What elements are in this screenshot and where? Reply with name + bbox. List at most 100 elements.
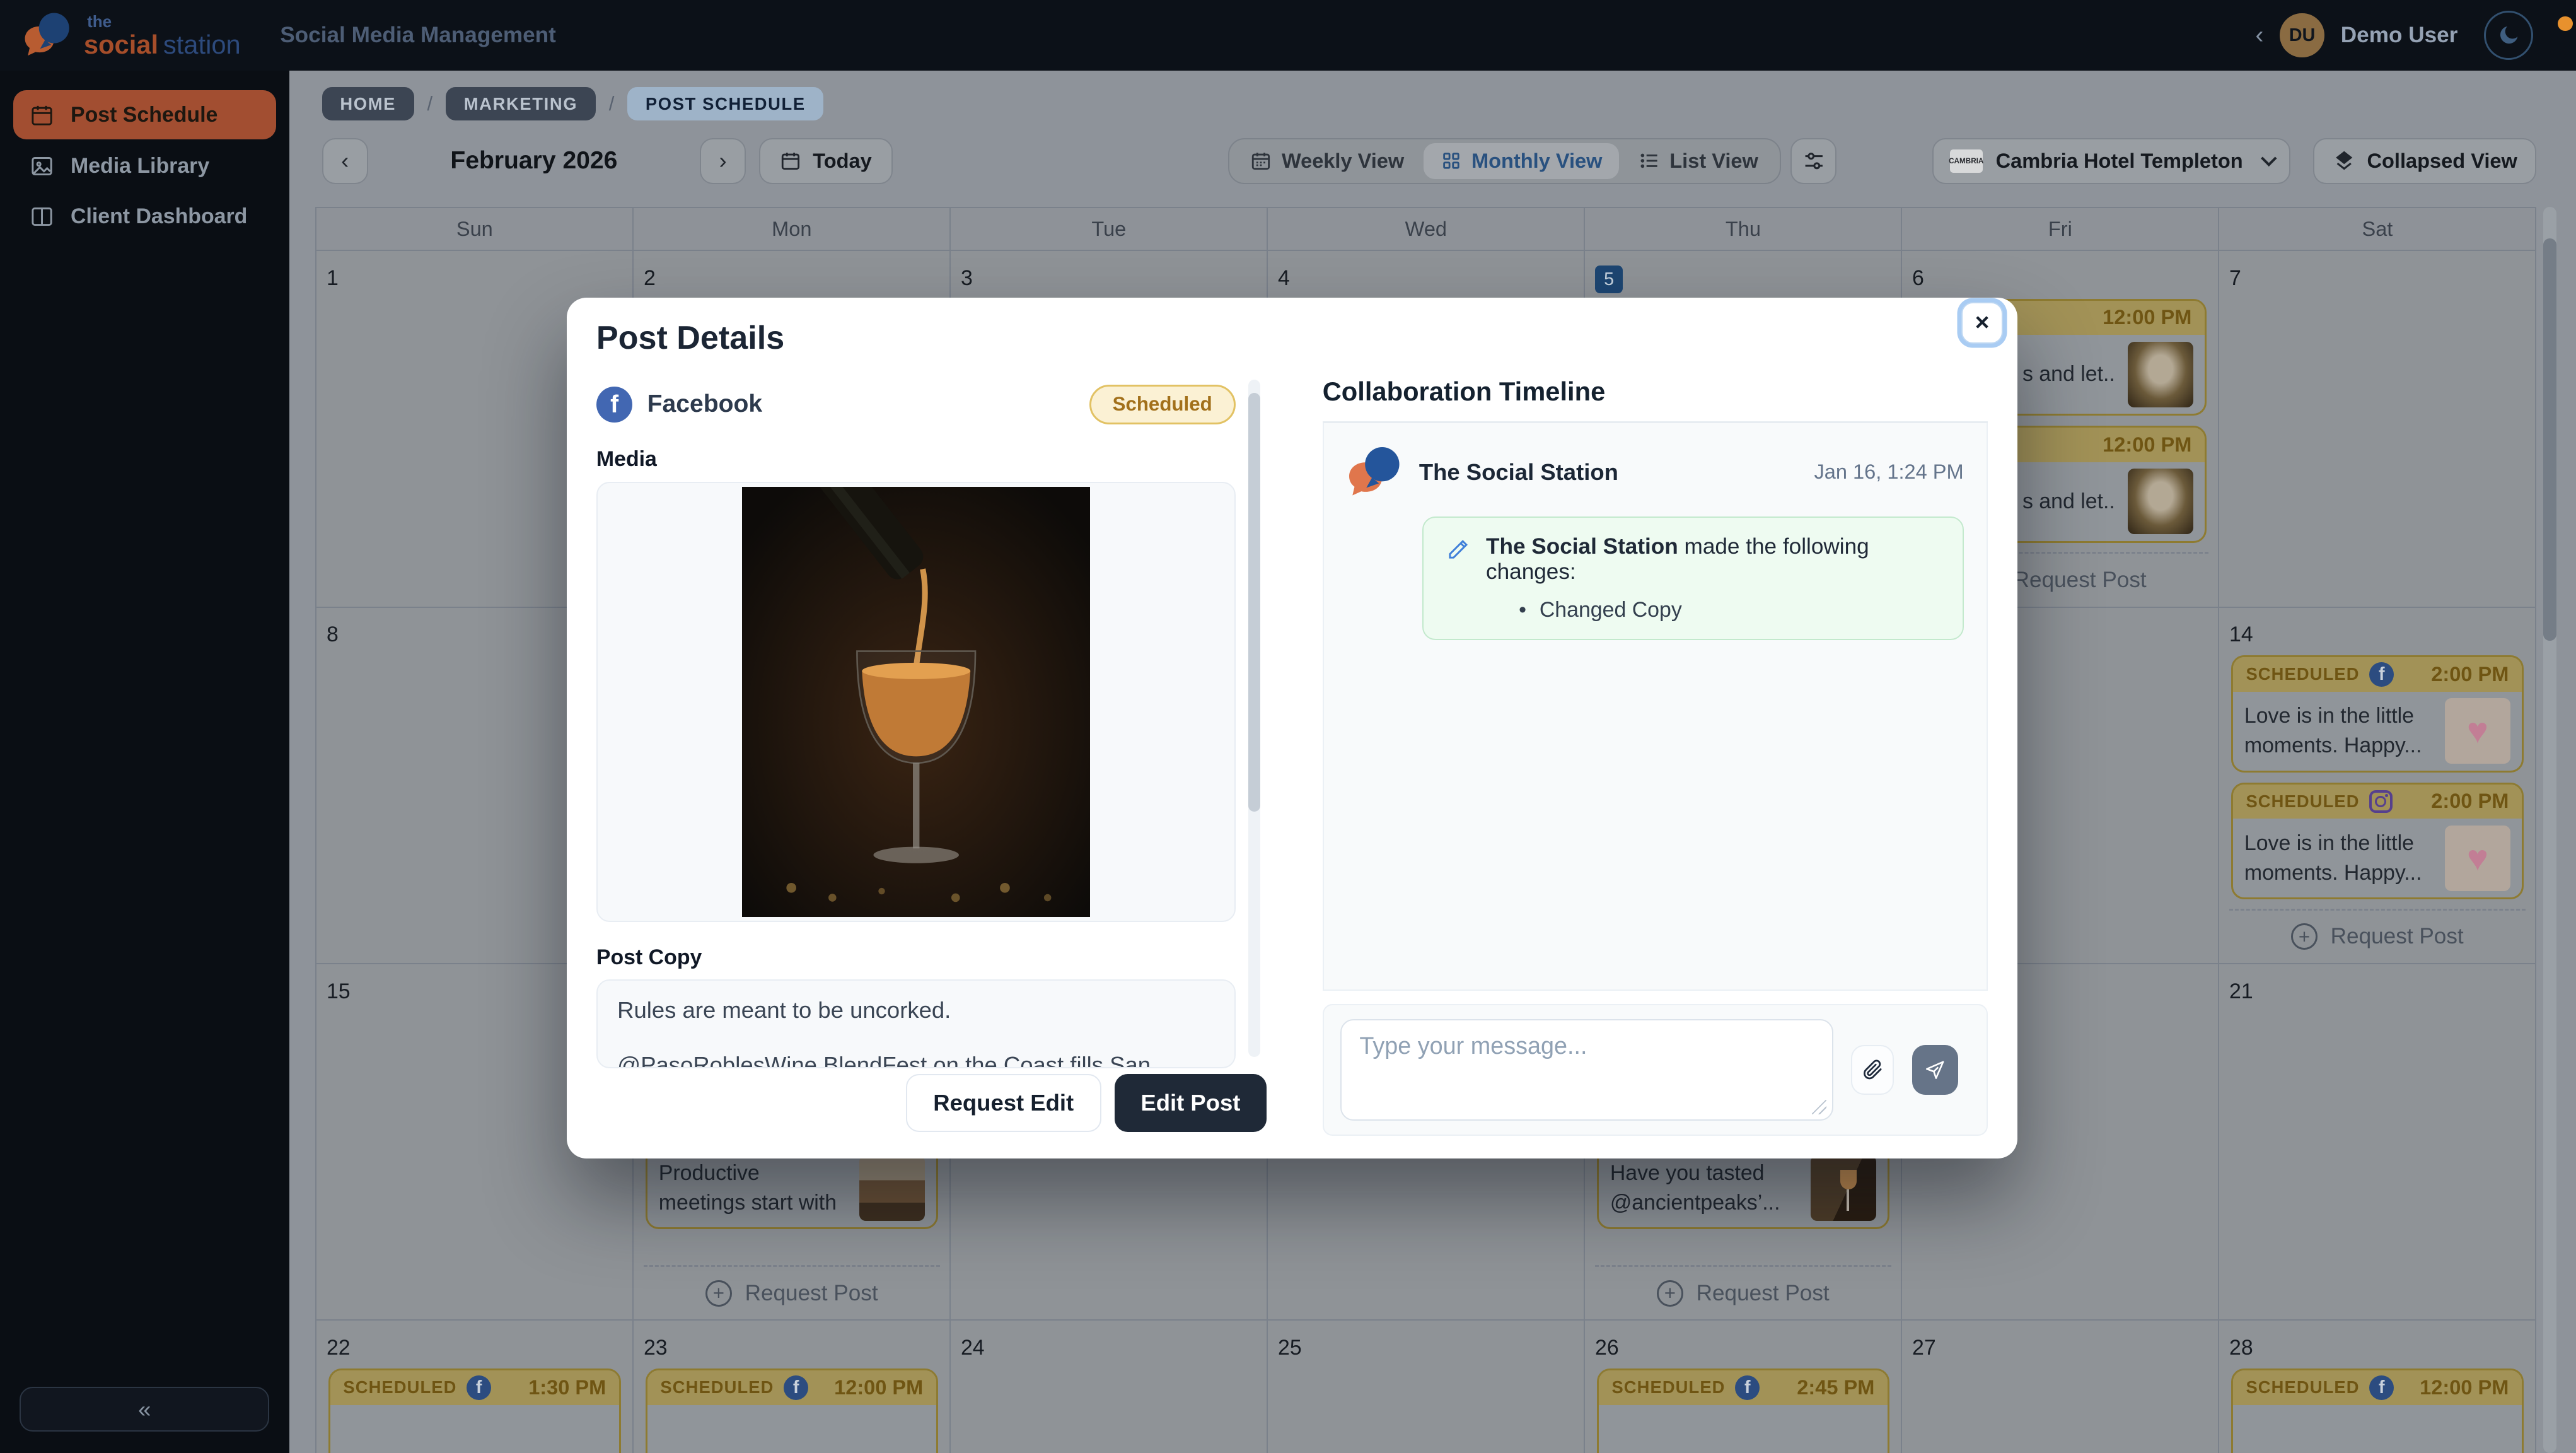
status-badge: Scheduled: [1089, 385, 1236, 424]
date-label: 26: [1595, 1336, 1619, 1360]
breadcrumb: HOME / MARKETING / POST SCHEDULE: [322, 87, 824, 120]
collaboration-panel: Collaboration Timeline The Social Statio…: [1290, 298, 2017, 1158]
sidebar-item-post-schedule[interactable]: Post Schedule: [13, 90, 276, 139]
post-time: 12:00 PM: [2103, 306, 2191, 329]
post-card-text: Have you tasted @ancientpeaks’...: [1610, 1158, 1799, 1218]
brand-logo[interactable]: the socialstation: [23, 11, 240, 60]
breadcrumb-separator: /: [427, 93, 433, 115]
today-button[interactable]: Today: [759, 138, 893, 184]
dark-mode-toggle[interactable]: [2484, 11, 2533, 60]
send-icon: [1923, 1058, 1946, 1081]
next-month-button[interactable]: ›: [700, 138, 746, 184]
post-card[interactable]: SCHEDULEDf2:00 PM Love is in the little …: [2231, 655, 2524, 773]
calendar-cell[interactable]: 25: [1268, 1321, 1585, 1452]
date-label: 8: [327, 622, 339, 646]
post-time: 12:00 PM: [834, 1376, 923, 1399]
post-time: 12:00 PM: [2103, 433, 2191, 457]
request-post-button[interactable]: + Request Post: [644, 1265, 940, 1307]
prev-month-button[interactable]: ‹: [322, 138, 368, 184]
sidebar-collapse-button[interactable]: «: [20, 1387, 269, 1431]
date-label: 25: [1278, 1336, 1302, 1360]
calendar-cell[interactable]: 14 SCHEDULEDf2:00 PM Love is in the litt…: [2219, 608, 2536, 964]
post-card[interactable]: SCHEDULEDf1:30 PM: [328, 1368, 622, 1453]
calendar-cell[interactable]: 22 SCHEDULEDf1:30 PM: [316, 1321, 634, 1452]
user-avatar[interactable]: DU: [2280, 13, 2324, 57]
instagram-icon: [2369, 790, 2392, 813]
edit-post-button[interactable]: Edit Post: [1115, 1074, 1267, 1133]
breadcrumb-home[interactable]: HOME: [322, 87, 414, 120]
date-label: 28: [2229, 1336, 2253, 1360]
date-label: 1: [327, 266, 339, 290]
calendar-cell[interactable]: 24: [951, 1321, 1268, 1452]
post-card[interactable]: SCHEDULED2:00 PM Love is in the little m…: [2231, 783, 2524, 900]
timeline-entry: The Social Station Jan 16, 1:24 PM: [1347, 445, 1963, 501]
plus-icon: +: [2291, 923, 2318, 950]
sidebar-item-label: Media Library: [71, 154, 209, 178]
attach-file-button[interactable]: [1851, 1045, 1894, 1094]
request-post-button[interactable]: + Request Post: [2229, 909, 2526, 950]
request-post-button[interactable]: + Request Post: [1595, 1265, 1891, 1307]
top-bar: the socialstation Social Media Managemen…: [0, 0, 2576, 71]
calendar-cell[interactable]: 26 SCHEDULEDf2:45 PM: [1585, 1321, 1902, 1452]
request-post-label: Request Post: [1697, 1281, 1830, 1306]
tab-list-view[interactable]: List View: [1622, 143, 1775, 179]
request-post-label: Request Post: [745, 1281, 878, 1306]
close-button[interactable]: ×: [1961, 302, 2002, 343]
month-label: February 2026: [381, 147, 687, 175]
send-message-button[interactable]: [1912, 1045, 1958, 1094]
post-card-text: Love is in the little moments. Happy...: [2244, 829, 2434, 888]
moon-icon: [2497, 23, 2521, 47]
scheduled-label: SCHEDULED: [2246, 791, 2359, 812]
calendar-cell[interactable]: 28 SCHEDULEDf12:00 PM: [2219, 1321, 2536, 1452]
calendar-icon: [30, 103, 54, 127]
platform-name: Facebook: [647, 390, 762, 418]
breadcrumb-marketing[interactable]: MARKETING: [446, 87, 596, 120]
calendar-cell[interactable]: 7: [2219, 251, 2536, 607]
calendar-day-headers: Sun Mon Tue Wed Thu Fri Sat: [316, 208, 2536, 251]
date-label: 3: [961, 266, 973, 290]
image-icon: [30, 154, 54, 178]
post-thumbnail: [1811, 1155, 1876, 1221]
calendar-toolbar: ‹ February 2026 › Today Weekly View: [322, 138, 2537, 184]
logo-word-station: station: [163, 30, 241, 59]
calendar-cell[interactable]: 21: [2219, 964, 2536, 1321]
calendar-cell[interactable]: 27: [1902, 1321, 2219, 1452]
modal-title: Post Details: [596, 319, 1290, 357]
chevron-down-icon: [2261, 151, 2277, 167]
view-switcher: Weekly View Monthly View List View: [1228, 138, 1781, 184]
breadcrumb-separator: /: [609, 93, 615, 115]
post-card[interactable]: SCHEDULEDf2:45 PM: [1597, 1368, 1890, 1453]
client-selector-dropdown[interactable]: CAMBRIA Cambria Hotel Templeton - Paso R…: [1932, 138, 2290, 184]
day-header: Sun: [316, 208, 634, 251]
message-input[interactable]: [1340, 1019, 1833, 1121]
sidebar-item-media-library[interactable]: Media Library: [13, 141, 276, 190]
post-time: 12:00 PM: [2420, 1376, 2509, 1399]
sidebar-item-label: Client Dashboard: [71, 204, 247, 229]
tab-monthly-view[interactable]: Monthly View: [1424, 143, 1618, 179]
post-card[interactable]: SCHEDULEDf12:00 PM: [2231, 1368, 2524, 1453]
change-author: The Social Station: [1486, 534, 1678, 559]
modal-scrollbar[interactable]: [1248, 380, 1260, 1057]
sidebar-item-client-dashboard[interactable]: Client Dashboard: [13, 192, 276, 242]
page-scrollbar-thumb[interactable]: [2543, 238, 2556, 641]
tab-weekly-view[interactable]: Weekly View: [1234, 143, 1420, 179]
user-name: Demo User: [2341, 23, 2458, 48]
post-card-header: SCHEDULEDf1:30 PM: [330, 1370, 620, 1405]
page-scrollbar[interactable]: [2543, 207, 2556, 1452]
facebook-icon: f: [467, 1375, 491, 1400]
breadcrumb-post-schedule[interactable]: POST SCHEDULE: [627, 87, 823, 120]
media-container: [596, 482, 1236, 922]
calendar-cell[interactable]: 23 SCHEDULEDf12:00 PM: [634, 1321, 951, 1452]
calendar-settings-button[interactable]: [1790, 138, 1836, 184]
post-card[interactable]: SCHEDULEDf12:00 PM: [646, 1368, 939, 1453]
speech-bubbles-logo-icon: [23, 11, 72, 60]
user-menu-chevron-icon[interactable]: ‹: [2255, 21, 2263, 49]
date-label: 23: [644, 1336, 668, 1360]
request-post-label: Request Post: [2014, 568, 2147, 593]
collapsed-view-button[interactable]: Collapsed View: [2313, 138, 2536, 184]
sidebar-item-label: Post Schedule: [71, 103, 218, 127]
request-edit-button[interactable]: Request Edit: [906, 1074, 1101, 1133]
plus-icon: +: [705, 1280, 732, 1307]
list-icon: [1639, 150, 1660, 172]
scheduled-label: SCHEDULED: [660, 1377, 774, 1398]
